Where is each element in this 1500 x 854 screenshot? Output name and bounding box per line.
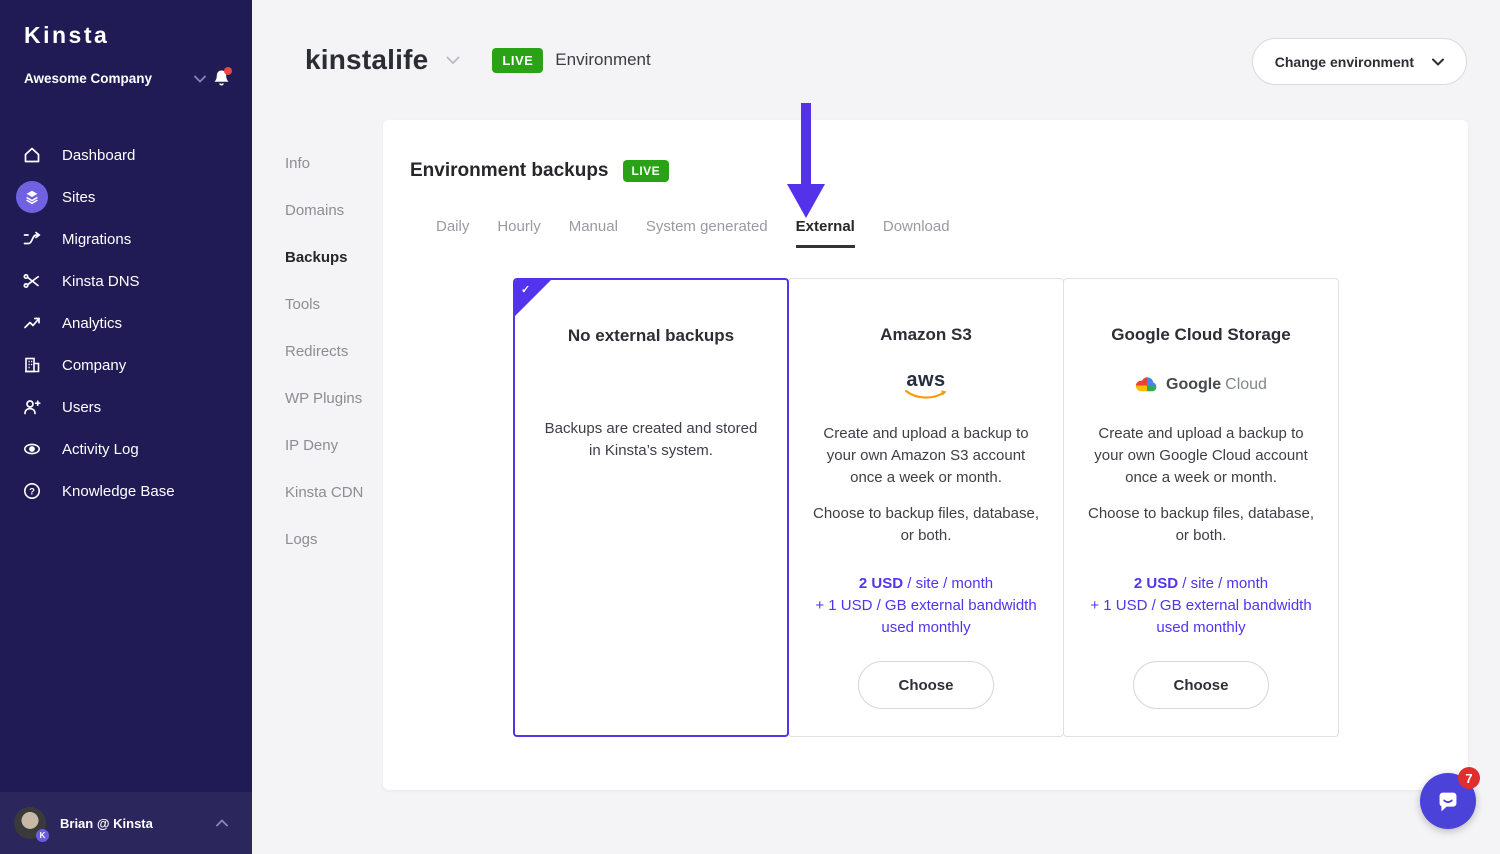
sidebar-item-label: Knowledge Base (62, 483, 175, 500)
live-badge: LIVE (492, 48, 543, 73)
option-card-amazon-s3[interactable]: Amazon S3 aws Create and upload a backup… (788, 278, 1064, 737)
google-logo-text: Google (1166, 376, 1221, 394)
choose-button[interactable]: Choose (858, 661, 994, 709)
card-description: Backups are created and stored in Kinsta… (537, 418, 765, 462)
chevron-down-icon[interactable] (446, 56, 460, 65)
kinsta-logo: Kinsta (24, 22, 252, 49)
svg-text:?: ? (29, 487, 35, 498)
subnav-item-logs[interactable]: Logs (285, 531, 363, 548)
site-name: kinstalife (305, 44, 428, 76)
subnav-item-tools[interactable]: Tools (285, 296, 363, 313)
avatar-kinsta-badge: K (36, 829, 49, 842)
sidebar-item-label: Migrations (62, 231, 131, 248)
user-name: Brian @ Kinsta (60, 816, 153, 831)
chat-icon (1433, 786, 1463, 816)
add-user-icon (16, 391, 48, 423)
price-text: 2 USD / site / month+ 1 USD / GB externa… (811, 573, 1041, 639)
subnav-item-wp-plugins[interactable]: WP Plugins (285, 390, 363, 407)
user-menu[interactable]: K Brian @ Kinsta (0, 792, 252, 854)
sidebar-item-label: Activity Log (62, 441, 139, 458)
choose-button[interactable]: Choose (1133, 661, 1269, 709)
trending-up-icon (16, 307, 48, 339)
sidebar-item-activity-log[interactable]: Activity Log (0, 428, 252, 470)
card-description: Choose to backup files, database, or bot… (811, 503, 1041, 547)
migration-arrow-icon (16, 223, 48, 255)
change-environment-label: Change environment (1275, 54, 1414, 70)
subnav-item-backups[interactable]: Backups (285, 249, 363, 266)
card-title: Google Cloud Storage (1086, 325, 1316, 345)
sidebar-item-dashboard[interactable]: Dashboard (0, 134, 252, 176)
tab-external[interactable]: External (796, 218, 855, 248)
app-sidebar: Kinsta Awesome Company Dashboard Sites (0, 0, 252, 854)
unread-count-badge: 7 (1458, 767, 1480, 789)
aws-logo: aws (811, 367, 1041, 403)
tab-download[interactable]: Download (883, 218, 950, 248)
tab-hourly[interactable]: Hourly (497, 218, 540, 248)
sidebar-item-migrations[interactable]: Migrations (0, 218, 252, 260)
sidebar-nav: Dashboard Sites Migrations Kinsta DNS An… (0, 134, 252, 512)
sidebar-item-label: Users (62, 399, 101, 416)
subnav-item-kinsta-cdn[interactable]: Kinsta CDN (285, 484, 363, 501)
card-description: Create and upload a backup to your own G… (1086, 423, 1316, 489)
home-icon (16, 139, 48, 171)
main-area: kinstalife LIVE Environment Change envir… (252, 0, 1500, 854)
page-title: Environment backups (410, 160, 609, 182)
chevron-down-icon (194, 75, 206, 83)
sidebar-item-knowledge-base[interactable]: ? Knowledge Base (0, 470, 252, 512)
company-switcher[interactable]: Awesome Company (24, 69, 230, 88)
price-text: 2 USD / site / month+ 1 USD / GB externa… (1086, 573, 1316, 639)
card-description: Create and upload a backup to your own A… (811, 423, 1041, 489)
cloud-logo-text: Cloud (1225, 376, 1267, 394)
site-subnav: Info Domains Backups Tools Redirects WP … (285, 155, 363, 578)
eye-icon (16, 433, 48, 465)
card-title: No external backups (537, 326, 765, 346)
environment-header: kinstalife LIVE Environment Change envir… (252, 0, 1500, 100)
environment-label: Environment (555, 50, 650, 70)
company-name: Awesome Company (24, 71, 152, 86)
chevron-up-icon (216, 819, 228, 827)
sidebar-item-label: Kinsta DNS (62, 273, 140, 290)
google-cloud-logo: Google Cloud (1086, 367, 1316, 403)
avatar: K (14, 807, 46, 839)
sidebar-item-label: Sites (62, 189, 95, 206)
sidebar-item-label: Company (62, 357, 126, 374)
tab-manual[interactable]: Manual (569, 218, 618, 248)
sidebar-item-analytics[interactable]: Analytics (0, 302, 252, 344)
google-cloud-icon (1135, 376, 1159, 395)
card-description: Choose to backup files, database, or bot… (1086, 503, 1316, 547)
sidebar-item-sites[interactable]: Sites (0, 176, 252, 218)
subnav-item-ip-deny[interactable]: IP Deny (285, 437, 363, 454)
sidebar-item-users[interactable]: Users (0, 386, 252, 428)
external-backup-options: ✓ No external backups Backups are create… (513, 278, 1341, 737)
notification-dot (224, 67, 232, 75)
layers-icon (16, 181, 48, 213)
subnav-item-domains[interactable]: Domains (285, 202, 363, 219)
option-card-no-external-backups[interactable]: ✓ No external backups Backups are create… (513, 278, 789, 737)
change-environment-button[interactable]: Change environment (1252, 38, 1467, 85)
sidebar-item-kinsta-dns[interactable]: Kinsta DNS (0, 260, 252, 302)
live-badge: LIVE (623, 160, 670, 182)
backups-panel: Environment backups LIVE Daily Hourly Ma… (383, 120, 1468, 790)
notifications-bell-icon[interactable] (213, 69, 230, 88)
sidebar-item-label: Dashboard (62, 147, 135, 164)
dns-icon (16, 265, 48, 297)
subnav-item-redirects[interactable]: Redirects (285, 343, 363, 360)
backups-tabs: Daily Hourly Manual System generated Ext… (436, 218, 1468, 248)
question-circle-icon: ? (16, 475, 48, 507)
tab-daily[interactable]: Daily (436, 218, 469, 248)
option-card-google-cloud-storage[interactable]: Google Cloud Storage Google (1063, 278, 1339, 737)
aws-smile-icon (903, 389, 949, 400)
card-title: Amazon S3 (811, 325, 1041, 345)
subnav-item-info[interactable]: Info (285, 155, 363, 172)
sidebar-item-label: Analytics (62, 315, 122, 332)
tab-system-generated[interactable]: System generated (646, 218, 768, 248)
chat-launcher-button[interactable]: 7 (1420, 773, 1476, 829)
building-icon (16, 349, 48, 381)
sidebar-item-company[interactable]: Company (0, 344, 252, 386)
check-icon: ✓ (521, 283, 530, 296)
aws-logo-text: aws (906, 371, 945, 389)
chevron-down-icon (1432, 58, 1444, 66)
